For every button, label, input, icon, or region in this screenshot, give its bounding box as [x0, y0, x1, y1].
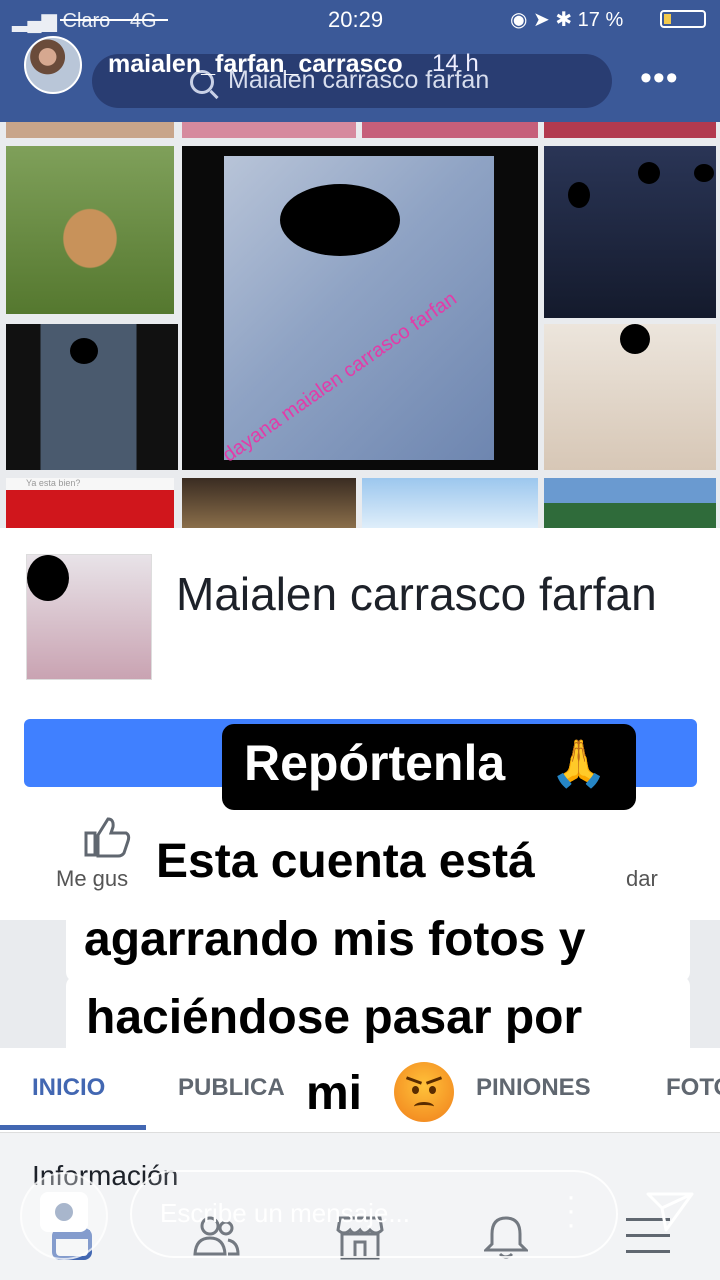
like-button-label[interactable]: Me gus — [56, 866, 128, 892]
collage-photo — [362, 478, 538, 528]
tab-publicaciones[interactable]: PUBLICA — [178, 1074, 285, 1102]
camera-icon — [40, 1192, 88, 1232]
face-censor — [280, 184, 400, 256]
like-icon[interactable] — [84, 815, 132, 859]
story-timestamp: 14 h — [432, 50, 479, 77]
story-progress-bar — [60, 19, 168, 21]
status-icons: ◉ ➤ ✱ 17 % — [510, 9, 624, 31]
collage-photo — [544, 122, 716, 138]
boy-photo — [544, 324, 716, 470]
kids-photo — [544, 146, 716, 318]
photo-collage: dayana maialen carrasco farfan Ya esta b… — [0, 122, 720, 528]
story-username[interactable]: maialen_farfan_carrasco — [108, 50, 403, 79]
puppy-photo — [6, 146, 174, 314]
selfie-photo: dayana maialen carrasco farfan — [182, 146, 538, 470]
tab-opiniones[interactable]: PINIONES — [476, 1074, 591, 1102]
mirror-photo — [6, 324, 178, 470]
report-sticker-text: Repórtenla — [244, 735, 506, 791]
collage-caption: Ya esta bien? — [26, 478, 81, 488]
send-icon[interactable] — [646, 1190, 694, 1234]
active-tab-indicator — [0, 1125, 146, 1130]
carrier-name: Claro — [62, 10, 111, 32]
reply-placeholder: Escribe un mensaje... — [160, 1198, 411, 1228]
battery-percent: 17 % — [577, 9, 624, 31]
collage-photo — [182, 122, 356, 138]
page-profile-picture[interactable] — [26, 554, 152, 680]
praying-hands-icon: 🙏 — [550, 737, 608, 789]
collage-photo — [362, 122, 538, 138]
page-name: Maialen carrasco farfan — [176, 568, 657, 620]
angry-face-icon — [394, 1062, 454, 1122]
sticker-line-2: agarrando mis fotos y — [84, 913, 586, 966]
tab-inicio[interactable]: INICIO — [32, 1074, 105, 1102]
story-user-avatar[interactable] — [24, 36, 82, 94]
battery-icon — [660, 10, 706, 28]
collage-photo: Ya esta bien? — [6, 478, 174, 528]
sticker-line-1: Esta cuenta está — [156, 835, 535, 888]
collage-photo — [182, 478, 356, 528]
network-type: 4G — [129, 10, 157, 32]
collage-photo — [544, 478, 716, 528]
more-vertical-icon[interactable]: · · · — [566, 1182, 576, 1240]
signal-bars-icon: ▂▄▆ — [12, 10, 63, 32]
sticker-line-4: mi — [306, 1067, 363, 1120]
share-button-label[interactable]: dar — [626, 866, 658, 892]
collage-photo — [6, 122, 174, 138]
more-options-icon[interactable]: ••• — [640, 61, 679, 95]
sticker-line-3: haciéndose pasar por — [86, 991, 583, 1044]
clock: 20:29 — [328, 7, 384, 32]
tab-fotos[interactable]: FOTO — [666, 1074, 720, 1102]
